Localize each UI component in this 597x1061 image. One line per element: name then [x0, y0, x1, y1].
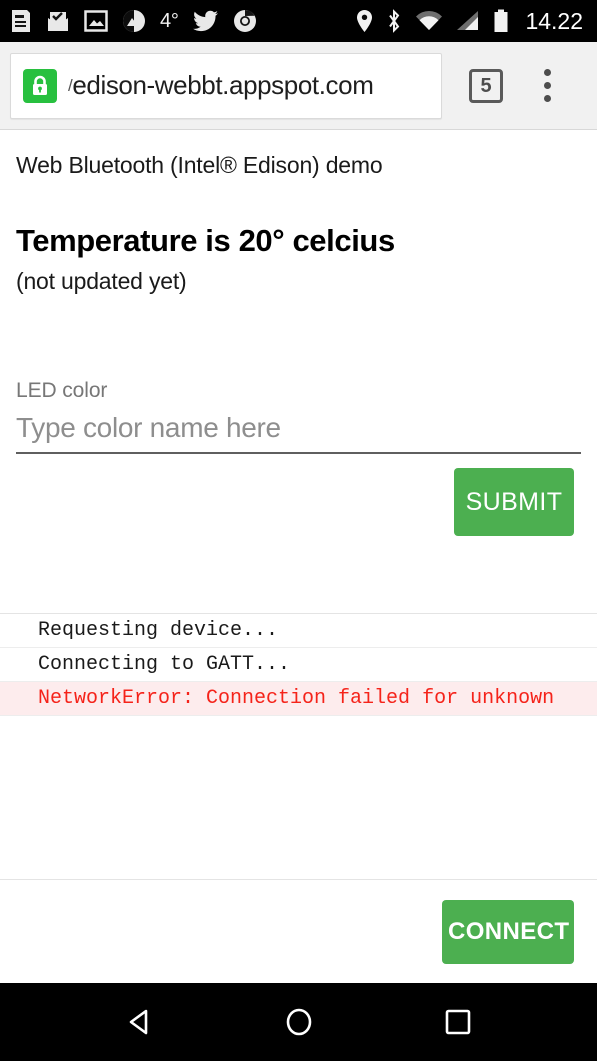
- status-bar-system-icons: 14.22: [356, 8, 583, 35]
- led-color-form: LED color: [0, 379, 597, 454]
- android-navigation-bar: [0, 983, 597, 1061]
- browser-toolbar: /edison-webbt.appspot.com 5: [0, 42, 597, 130]
- tab-count-label: 5: [480, 74, 492, 97]
- log-panel: Requesting device... Connecting to GATT.…: [0, 613, 597, 879]
- tab-counter-button[interactable]: 5: [469, 68, 503, 103]
- overflow-menu-icon[interactable]: [527, 61, 567, 111]
- android-status-bar: 4° 14.22: [0, 0, 597, 42]
- log-empty-space: [0, 716, 597, 879]
- temperature-heading: Temperature is 20° celcius: [16, 223, 395, 258]
- log-row: Requesting device...: [0, 614, 597, 648]
- status-bar-clock: 14.22: [525, 7, 583, 34]
- status-temperature: 4°: [160, 9, 179, 32]
- omnibox-url-text: /edison-webbt.appspot.com: [68, 70, 373, 101]
- photo-icon: [84, 10, 108, 32]
- web-page-content: Web Bluetooth (Intel® Edison) demo Tempe…: [0, 130, 597, 983]
- log-row-error: NetworkError: Connection failed for unkn…: [0, 682, 597, 716]
- lock-icon: [23, 68, 57, 103]
- connect-button[interactable]: CONNECT: [442, 899, 574, 964]
- mail-checked-icon: [46, 9, 70, 33]
- submit-button-row: SUBMIT: [0, 468, 597, 536]
- page-subtitle: Web Bluetooth (Intel® Edison) demo: [16, 152, 383, 178]
- menu-dot: [543, 69, 551, 76]
- chrome-icon: [233, 9, 257, 33]
- temperature-note: (not updated yet): [16, 268, 187, 294]
- connect-button-row: CONNECT: [0, 879, 597, 983]
- status-bar-notifications: 4°: [10, 9, 257, 33]
- submit-button[interactable]: SUBMIT: [454, 468, 574, 536]
- phone-screen: 4° 14.22 /edison-webbt.appspot.com 5 Web…: [0, 0, 597, 1061]
- page-header-block: Web Bluetooth (Intel® Edison) demo Tempe…: [0, 130, 597, 295]
- wifi-icon: [415, 10, 443, 32]
- recents-icon[interactable]: [428, 992, 488, 1052]
- weather-circle-icon: [122, 9, 146, 33]
- url-host-text: edison-webbt.appspot.com: [72, 70, 374, 100]
- back-icon[interactable]: [110, 992, 170, 1052]
- bluetooth-icon: [386, 9, 402, 33]
- battery-icon: [493, 9, 509, 33]
- location-pin-icon: [356, 9, 373, 33]
- news-feed-icon: [10, 9, 32, 33]
- menu-dot: [543, 82, 551, 89]
- led-color-input[interactable]: [16, 412, 581, 454]
- led-color-label: LED color: [16, 379, 108, 402]
- twitter-bird-icon: [192, 10, 219, 32]
- omnibox-url-bar[interactable]: /edison-webbt.appspot.com: [10, 52, 442, 119]
- log-row: Connecting to GATT...: [0, 648, 597, 682]
- menu-dot: [543, 95, 551, 102]
- home-icon[interactable]: [269, 992, 329, 1052]
- cellular-signal-icon: [456, 10, 480, 32]
